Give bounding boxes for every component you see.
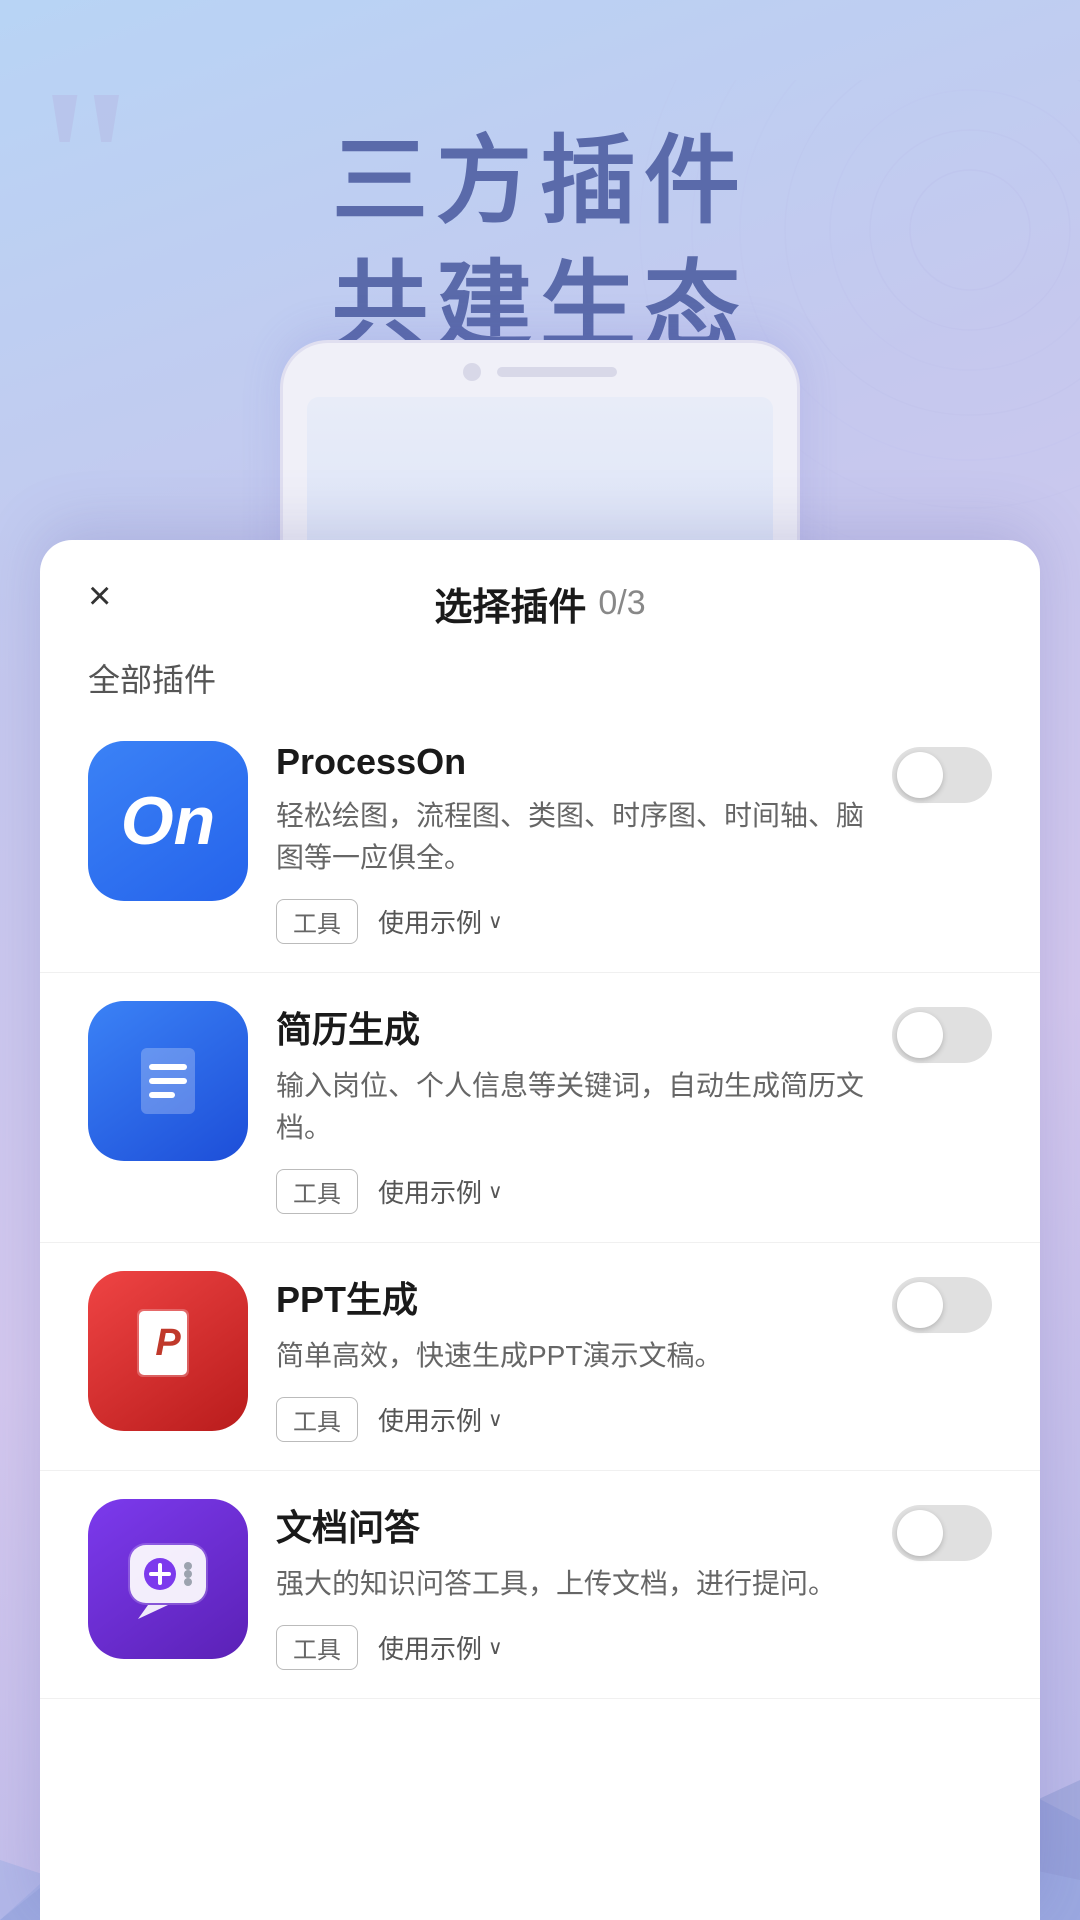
- plugin-tag-resume: 工具: [276, 1169, 358, 1214]
- plugin-icon-resume: [88, 1001, 248, 1161]
- svg-text:P: P: [155, 1322, 181, 1364]
- plugin-icon-docqa: [88, 1499, 248, 1659]
- plugin-icon-ppt: P: [88, 1271, 248, 1431]
- toggle-knob-docqa: [897, 1510, 943, 1556]
- plugin-example-ppt[interactable]: 使用示例 ∨: [378, 1401, 503, 1438]
- phone-notch: [283, 343, 797, 381]
- sheet-title: 选择插件: [434, 576, 586, 631]
- plugin-content-processon: ProcessOn 轻松绘图，流程图、类图、时序图、时间轴、脑图等一应俱全。 工…: [276, 741, 864, 944]
- toggle-wrapper-processon[interactable]: [892, 741, 992, 803]
- plugin-icon-processon: On: [88, 741, 248, 901]
- chevron-icon: ∨: [488, 1179, 503, 1204]
- processon-icon-text: On: [121, 782, 215, 860]
- sheet-count: 0/3: [598, 584, 645, 623]
- phone-camera: [463, 363, 481, 381]
- sheet-header: × 选择插件 0/3: [40, 540, 1040, 631]
- plugin-meta-docqa: 工具 使用示例 ∨: [276, 1625, 864, 1670]
- section-label: 全部插件: [40, 631, 1040, 713]
- docqa-svg-icon: [118, 1529, 218, 1629]
- plugin-desc-docqa: 强大的知识问答工具，上传文档，进行提问。: [276, 1563, 864, 1605]
- plugin-item-docqa: 文档问答 强大的知识问答工具，上传文档，进行提问。 工具 使用示例 ∨: [40, 1471, 1040, 1699]
- plugin-tag-ppt: 工具: [276, 1397, 358, 1442]
- resume-svg-icon: [123, 1036, 213, 1126]
- toggle-wrapper-resume[interactable]: [892, 1001, 992, 1063]
- chevron-icon: ∨: [488, 909, 503, 934]
- plugin-name-processon: ProcessOn: [276, 741, 864, 783]
- plugin-content-docqa: 文档问答 强大的知识问答工具，上传文档，进行提问。 工具 使用示例 ∨: [276, 1499, 864, 1670]
- toggle-ppt[interactable]: [892, 1277, 992, 1333]
- plugin-item-resume: 简历生成 输入岗位、个人信息等关键词，自动生成简历文档。 工具 使用示例 ∨: [40, 973, 1040, 1243]
- close-button[interactable]: ×: [88, 576, 111, 616]
- plugin-list: On ProcessOn 轻松绘图，流程图、类图、时序图、时间轴、脑图等一应俱全…: [40, 713, 1040, 1920]
- phone-bar: [497, 367, 617, 377]
- toggle-knob-ppt: [897, 1282, 943, 1328]
- toggle-wrapper-docqa[interactable]: [892, 1499, 992, 1561]
- hero-title-line1: 三方插件: [0, 120, 1080, 245]
- plugin-content-resume: 简历生成 输入岗位、个人信息等关键词，自动生成简历文档。 工具 使用示例 ∨: [276, 1001, 864, 1214]
- toggle-processon[interactable]: [892, 747, 992, 803]
- plugin-item-processon: On ProcessOn 轻松绘图，流程图、类图、时序图、时间轴、脑图等一应俱全…: [40, 713, 1040, 973]
- plugin-meta-resume: 工具 使用示例 ∨: [276, 1169, 864, 1214]
- plugin-tag-processon: 工具: [276, 899, 358, 944]
- plugin-example-resume[interactable]: 使用示例 ∨: [378, 1173, 503, 1210]
- toggle-resume[interactable]: [892, 1007, 992, 1063]
- hero-section: 三方插件 共建生态: [0, 120, 1080, 370]
- plugin-name-ppt: PPT生成: [276, 1271, 864, 1323]
- toggle-docqa[interactable]: [892, 1505, 992, 1561]
- plugin-meta-processon: 工具 使用示例 ∨: [276, 899, 864, 944]
- plugin-item-ppt: P PPT生成 简单高效，快速生成PPT演示文稿。 工具 使用示例 ∨: [40, 1243, 1040, 1471]
- ppt-svg-icon: P: [123, 1301, 213, 1401]
- toggle-knob-resume: [897, 1012, 943, 1058]
- plugin-desc-processon: 轻松绘图，流程图、类图、时序图、时间轴、脑图等一应俱全。: [276, 795, 864, 879]
- plugin-selection-sheet: × 选择插件 0/3 全部插件 On ProcessOn 轻松绘图，流程图、类图…: [40, 540, 1040, 1920]
- plugin-tag-docqa: 工具: [276, 1625, 358, 1670]
- plugin-example-processon[interactable]: 使用示例 ∨: [378, 903, 503, 940]
- toggle-wrapper-ppt[interactable]: [892, 1271, 992, 1333]
- chevron-icon: ∨: [488, 1635, 503, 1660]
- toggle-knob-processon: [897, 752, 943, 798]
- plugin-content-ppt: PPT生成 简单高效，快速生成PPT演示文稿。 工具 使用示例 ∨: [276, 1271, 864, 1442]
- plugin-desc-ppt: 简单高效，快速生成PPT演示文稿。: [276, 1335, 864, 1377]
- plugin-desc-resume: 输入岗位、个人信息等关键词，自动生成简历文档。: [276, 1065, 864, 1149]
- plugin-name-docqa: 文档问答: [276, 1499, 864, 1551]
- plugin-example-docqa[interactable]: 使用示例 ∨: [378, 1629, 503, 1666]
- plugin-meta-ppt: 工具 使用示例 ∨: [276, 1397, 864, 1442]
- plugin-name-resume: 简历生成: [276, 1001, 864, 1053]
- chevron-icon: ∨: [488, 1407, 503, 1432]
